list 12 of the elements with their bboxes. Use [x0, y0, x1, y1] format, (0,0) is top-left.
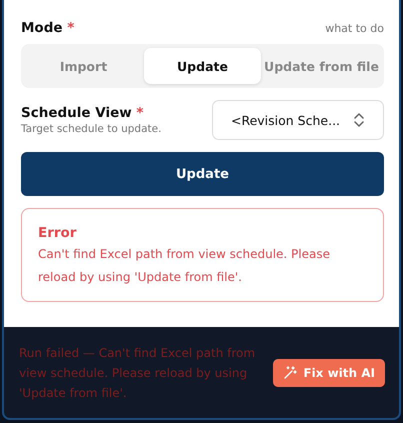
error-message: Can't find Excel path from view schedule. Please reload by using 'Update from file'.: [38, 246, 331, 286]
schedule-select[interactable]: <Revision Sche...: [212, 100, 384, 140]
schedule-view-label: Schedule View *: [21, 105, 144, 121]
mode-label: Mode *: [21, 20, 74, 36]
chevron-up-down-icon: [353, 112, 365, 128]
hint-text: what to do: [325, 22, 384, 34]
status-message: Run failed — Can't find Excel path from view schedule. Please reload by using 'Update from file'.: [19, 344, 256, 402]
field-description: Target schedule to update.: [21, 123, 162, 135]
mode-tab[interactable]: Update: [144, 48, 261, 84]
magic-wand-icon: [283, 366, 298, 380]
error-title: Error: [38, 225, 78, 241]
update-button[interactable]: Update: [21, 152, 384, 196]
